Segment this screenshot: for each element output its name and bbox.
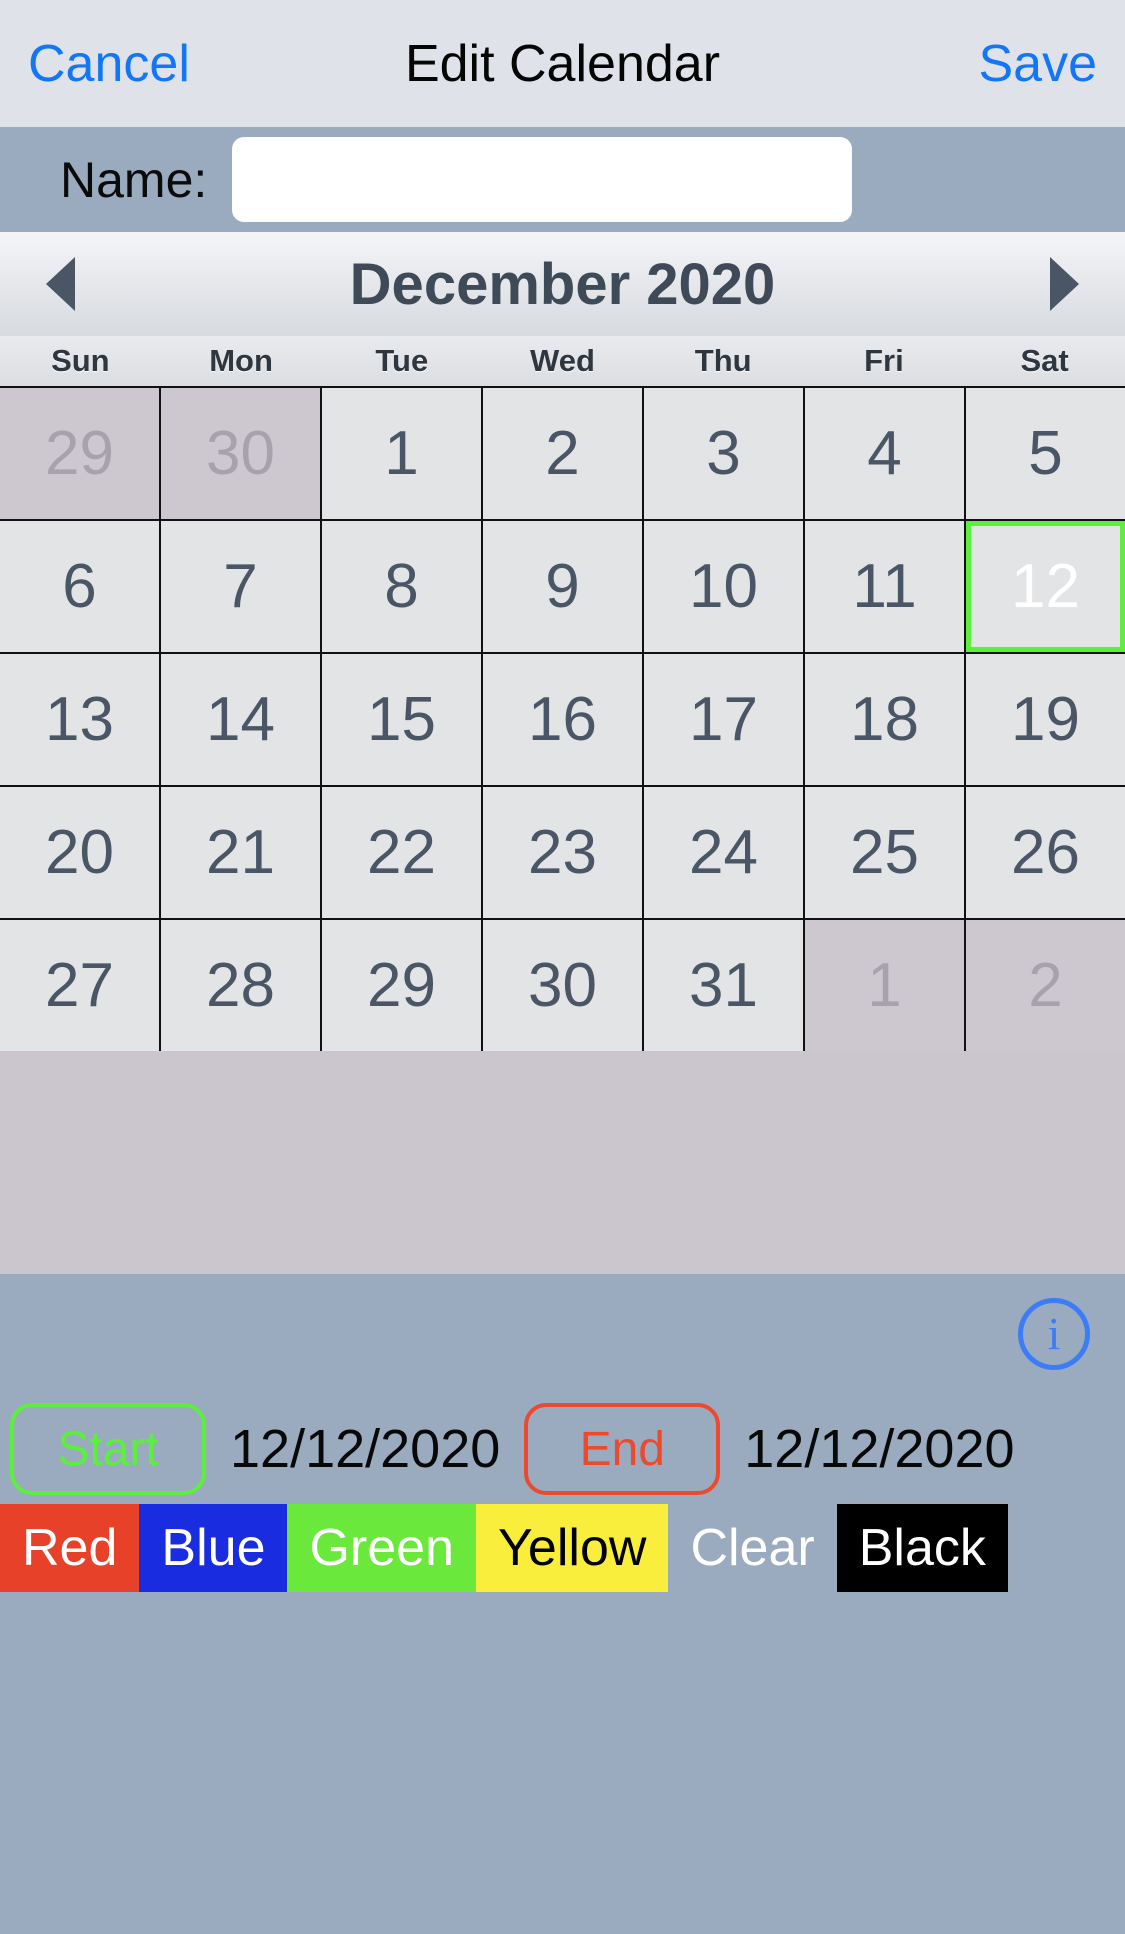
calendar-day-cell[interactable]: 2 — [483, 388, 642, 519]
calendar-day-cell[interactable]: 14 — [161, 654, 320, 785]
weekday-label-tue: Tue — [375, 343, 429, 378]
weekday-label-mon: Mon — [209, 343, 273, 378]
triangle-left-icon[interactable] — [46, 257, 75, 311]
calendar-day-cell[interactable]: 29 — [322, 920, 481, 1051]
start-date-value: 12/12/2020 — [230, 1419, 501, 1479]
start-date-button[interactable]: Start — [10, 1403, 206, 1495]
color-button-green[interactable]: Green — [287, 1504, 477, 1592]
weekday-label-thu: Thu — [694, 343, 752, 378]
calendar-day-cell[interactable]: 30 — [483, 920, 642, 1051]
calendar-day-cell[interactable]: 16 — [483, 654, 642, 785]
calendar-day-cell[interactable]: 28 — [161, 920, 320, 1051]
name-row: Name: — [0, 127, 1125, 232]
calendar-day-cell[interactable]: 5 — [966, 388, 1125, 519]
end-date-value: 12/12/2020 — [744, 1419, 1015, 1479]
weekday-label-wed: Wed — [530, 343, 595, 378]
calendar-day-cell[interactable]: 7 — [161, 521, 320, 652]
calendar-day-cell[interactable]: 24 — [644, 787, 803, 918]
calendar-day-cell[interactable]: 1 — [805, 920, 964, 1051]
color-button-red[interactable]: Red — [0, 1504, 140, 1592]
color-button-black[interactable]: Black — [836, 1504, 1008, 1592]
calendar-day-cell[interactable]: 6 — [0, 521, 159, 652]
calendar-day-cell[interactable]: 25 — [805, 787, 964, 918]
name-label: Name: — [60, 151, 208, 208]
end-date-button[interactable]: End — [524, 1403, 721, 1495]
bottom-panel: i Start 12/12/2020 End 12/12/2020 Red Blu… — [0, 1274, 1125, 1670]
calendar-day-cell[interactable]: 30 — [161, 388, 320, 519]
name-input[interactable] — [232, 137, 852, 222]
calendar-day-cell[interactable]: 31 — [644, 920, 803, 1051]
calendar-day-cell[interactable]: 15 — [322, 654, 481, 785]
navigation-bar: Cancel Edit Calendar Save — [0, 0, 1125, 127]
month-navigation-bar: December 2020 — [0, 232, 1125, 336]
calendar-day-cell[interactable]: 4 — [805, 388, 964, 519]
calendar-empty-area — [0, 1051, 1125, 1274]
calendar-day-cell[interactable]: 29 — [0, 388, 159, 519]
calendar-day-cell[interactable]: 17 — [644, 654, 803, 785]
calendar-day-cell[interactable]: 18 — [805, 654, 964, 785]
color-selector-bar: Red Blue Green Yellow Clear Black — [0, 1504, 1125, 1592]
weekday-label-fri: Fri — [864, 343, 904, 378]
color-button-blue[interactable]: Blue — [139, 1504, 288, 1592]
calendar-day-cell[interactable]: 20 — [0, 787, 159, 918]
calendar-day-cell[interactable]: 23 — [483, 787, 642, 918]
bottom-padding — [0, 1592, 1125, 1670]
weekday-label-sun: Sun — [51, 343, 110, 378]
calendar-day-cell[interactable]: 11 — [805, 521, 964, 652]
month-title: December 2020 — [349, 251, 776, 317]
color-button-clear[interactable]: Clear — [668, 1504, 836, 1592]
calendar-day-cell[interactable]: 8 — [322, 521, 481, 652]
calendar-grid: 29 30 1 2 3 4 5 6 7 8 9 10 11 12 13 14 15 16 17 18 19 20 21 22 2… — [0, 386, 1125, 1051]
cancel-button[interactable]: Cancel — [28, 34, 190, 94]
calendar-day-cell[interactable]: 19 — [966, 654, 1125, 785]
calendar-day-cell[interactable]: 13 — [0, 654, 159, 785]
calendar-day-cell[interactable]: 3 — [644, 388, 803, 519]
calendar-day-cell[interactable]: 10 — [644, 521, 803, 652]
calendar-day-cell[interactable]: 1 — [322, 388, 481, 519]
weekday-header-row: Sun Mon Tue Wed Thu Fri Sat — [0, 336, 1125, 386]
triangle-right-icon[interactable] — [1050, 257, 1079, 311]
calendar-day-cell[interactable]: 2 — [966, 920, 1125, 1051]
weekday-label-sat: Sat — [1020, 343, 1069, 378]
calendar-day-cell[interactable]: 26 — [966, 787, 1125, 918]
calendar-day-cell[interactable]: 21 — [161, 787, 320, 918]
calendar-day-cell[interactable]: 9 — [483, 521, 642, 652]
calendar-day-cell[interactable]: 22 — [322, 787, 481, 918]
save-button[interactable]: Save — [978, 34, 1097, 94]
info-circle-icon[interactable]: i — [1018, 1298, 1090, 1370]
date-range-row: Start 12/12/2020 End 12/12/2020 — [0, 1394, 1125, 1504]
info-row: i — [0, 1274, 1125, 1394]
calendar-day-cell-selected[interactable]: 12 — [966, 521, 1125, 652]
calendar-day-cell[interactable]: 27 — [0, 920, 159, 1051]
color-button-yellow[interactable]: Yellow — [476, 1504, 669, 1592]
